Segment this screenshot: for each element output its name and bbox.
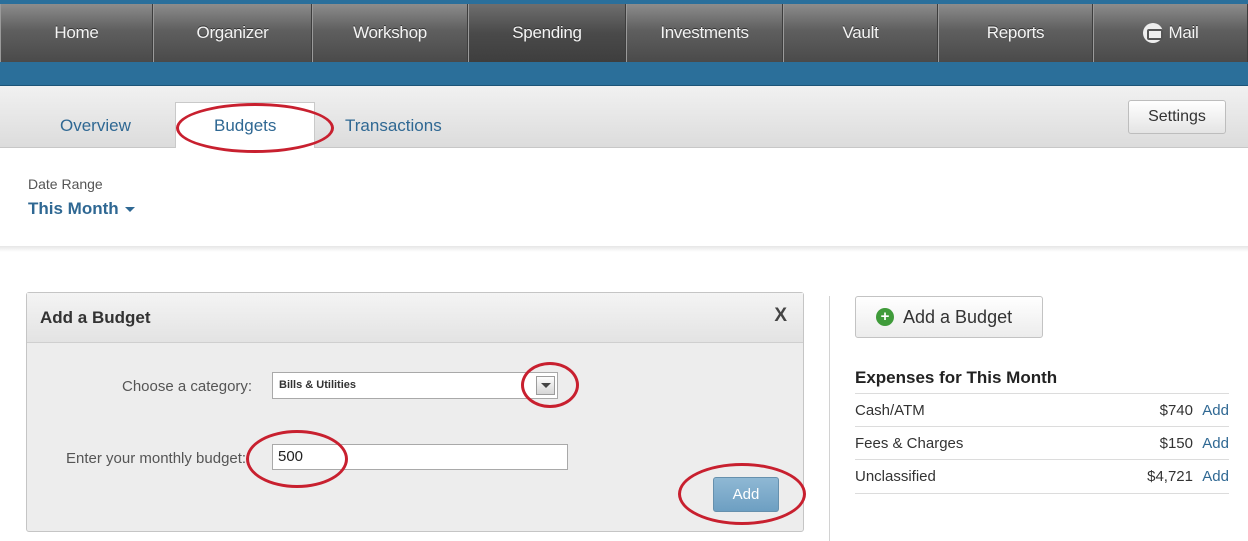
section-divider bbox=[0, 246, 1248, 252]
nav-workshop[interactable]: Workshop bbox=[312, 4, 468, 62]
date-range-label: Date Range bbox=[28, 176, 103, 192]
highlight-oval-budget-input bbox=[246, 430, 348, 488]
expense-add-link[interactable]: Add bbox=[1202, 468, 1229, 485]
expense-row: Cash/ATM $740 Add bbox=[855, 393, 1229, 427]
nav-mail-label: Mail bbox=[1168, 23, 1199, 42]
close-icon[interactable]: X bbox=[774, 305, 787, 327]
expense-row: Unclassified $4,721 Add bbox=[855, 459, 1229, 493]
highlight-oval-budgets bbox=[176, 103, 334, 153]
expense-amount: $150 bbox=[1159, 435, 1193, 452]
brand-bar bbox=[0, 62, 1248, 86]
expenses-title: Expenses for This Month bbox=[855, 368, 1058, 387]
nav-spending[interactable]: Spending bbox=[468, 4, 626, 62]
add-a-budget-label: Add a Budget bbox=[903, 306, 1013, 327]
mail-icon bbox=[1142, 23, 1163, 43]
expenses-bottom-border bbox=[855, 493, 1229, 494]
expense-add-link[interactable]: Add bbox=[1202, 435, 1229, 452]
tab-overview[interactable]: Overview bbox=[60, 116, 131, 136]
category-label: Choose a category: bbox=[122, 378, 253, 395]
caret-down-icon bbox=[124, 207, 135, 213]
highlight-oval-add bbox=[678, 463, 806, 525]
expense-add-link[interactable]: Add bbox=[1202, 402, 1229, 419]
expense-name: Fees & Charges bbox=[855, 435, 964, 452]
nav-organizer[interactable]: Organizer bbox=[153, 4, 312, 62]
nav-home[interactable]: Home bbox=[0, 4, 153, 62]
highlight-oval-dropdown bbox=[521, 362, 579, 408]
nav-investments[interactable]: Investments bbox=[626, 4, 783, 62]
expense-amount: $740 bbox=[1159, 402, 1193, 419]
column-divider bbox=[829, 296, 830, 541]
settings-button[interactable]: Settings bbox=[1128, 100, 1226, 134]
nav-mail[interactable]: Mail bbox=[1093, 4, 1248, 62]
panel-header: Add a Budget X bbox=[27, 293, 803, 343]
expense-name: Cash/ATM bbox=[855, 402, 925, 419]
budget-label: Enter your monthly budget: bbox=[66, 450, 247, 467]
nav-reports[interactable]: Reports bbox=[938, 4, 1093, 62]
panel-title: Add a Budget bbox=[40, 307, 151, 327]
add-a-budget-button[interactable]: + Add a Budget bbox=[855, 296, 1043, 338]
tab-transactions[interactable]: Transactions bbox=[345, 116, 442, 136]
date-range-value: This Month bbox=[28, 199, 119, 218]
nav-vault[interactable]: Vault bbox=[783, 4, 938, 62]
expense-amount: $4,721 bbox=[1147, 468, 1193, 485]
date-range-dropdown[interactable]: This Month bbox=[28, 199, 135, 219]
expense-name: Unclassified bbox=[855, 468, 936, 485]
plus-circle-icon: + bbox=[876, 308, 894, 326]
expense-row: Fees & Charges $150 Add bbox=[855, 426, 1229, 460]
top-navigation: Home Organizer Workshop Spending Investm… bbox=[0, 0, 1248, 62]
category-select[interactable]: Bills & Utilities bbox=[272, 372, 558, 399]
